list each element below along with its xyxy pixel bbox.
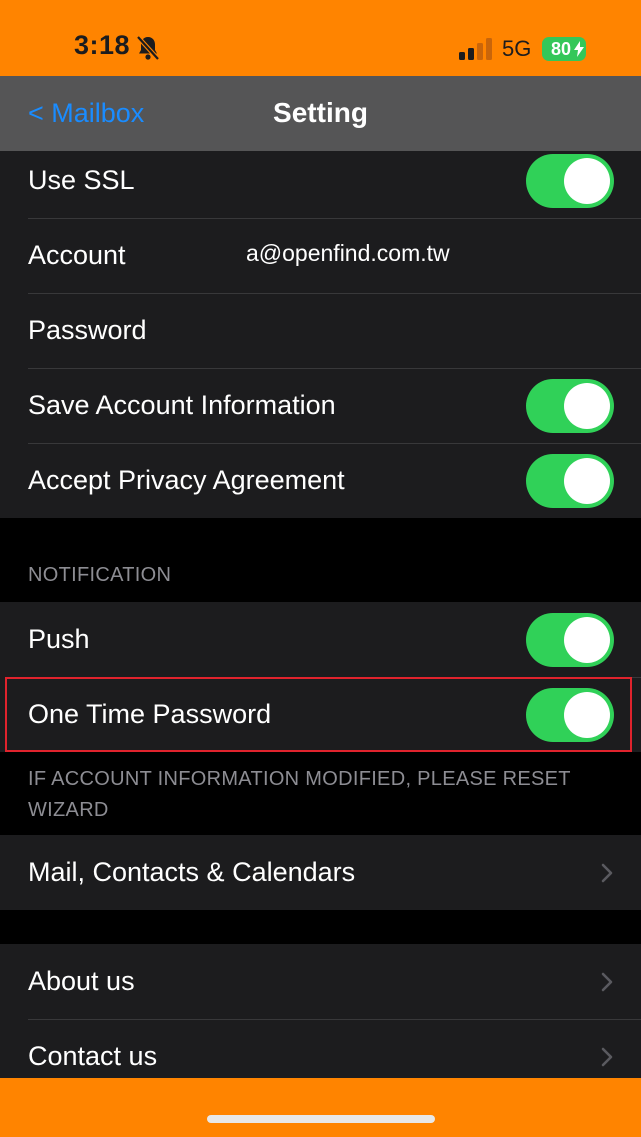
one-time-password-toggle[interactable]	[526, 687, 614, 742]
settings-list[interactable]: Use SSL Account a@openfind.com.tw Passwo…	[0, 151, 641, 1078]
chevron-right-icon	[601, 972, 613, 991]
use-ssl-row: Use SSL	[0, 151, 641, 218]
password-row[interactable]: Password	[0, 293, 641, 368]
toggle-knob	[564, 691, 610, 738]
chevron-right-icon	[601, 1047, 613, 1066]
push-label: Push	[28, 624, 90, 654]
battery-level: 80	[550, 38, 572, 59]
mail-contacts-calendars-label: Mail, Contacts & Calendars	[28, 857, 356, 887]
toggle-knob	[564, 457, 610, 504]
about-settings-group: About us Contact us	[0, 944, 641, 1078]
one-time-password-row: One Time Password	[0, 677, 641, 752]
contact-us-label: Contact us	[28, 1041, 158, 1071]
page-title: Setting	[273, 97, 368, 128]
home-indicator-area	[0, 1078, 641, 1137]
status-time: 3:18	[74, 30, 131, 60]
save-account-label: Save Account Information	[28, 390, 336, 420]
chevron-right-icon	[601, 863, 613, 882]
reset-wizard-notice: IF ACCOUNT INFORMATION MODIFIED, PLEASE …	[28, 768, 571, 821]
cellular-signal-icon	[459, 38, 492, 60]
password-label: Password	[28, 315, 147, 345]
accept-privacy-toggle[interactable]	[526, 453, 614, 508]
use-ssl-toggle[interactable]	[526, 153, 614, 208]
settings-screen: 3:18 5G 80 < Mailbox Setting Use SSL Acc…	[0, 0, 641, 1137]
about-us-label: About us	[28, 966, 135, 996]
toggle-knob	[564, 157, 610, 204]
network-type: 5G	[502, 36, 532, 61]
home-indicator[interactable]	[207, 1115, 435, 1123]
mail-settings-group: Mail, Contacts & Calendars	[0, 835, 641, 910]
contact-us-row[interactable]: Contact us	[0, 1019, 641, 1078]
notification-section-header: NOTIFICATION	[28, 564, 172, 586]
battery-indicator: 80	[542, 37, 586, 61]
use-ssl-label: Use SSL	[28, 165, 135, 195]
push-toggle[interactable]	[526, 612, 614, 667]
account-settings-group: Use SSL Account a@openfind.com.tw Passwo…	[0, 151, 641, 518]
status-bar: 3:18 5G 80	[0, 0, 641, 76]
notification-settings-group: Push One Time Password	[0, 602, 641, 752]
accept-privacy-label: Accept Privacy Agreement	[28, 465, 345, 495]
toggle-knob	[564, 616, 610, 663]
one-time-password-label: One Time Password	[28, 699, 272, 729]
accept-privacy-row: Accept Privacy Agreement	[0, 443, 641, 518]
save-account-row: Save Account Information	[0, 368, 641, 443]
charging-bolt-icon	[574, 41, 584, 57]
navigation-bar: < Mailbox Setting	[0, 76, 641, 151]
toggle-knob	[564, 382, 610, 429]
about-us-row[interactable]: About us	[0, 944, 641, 1019]
bell-muted-icon	[136, 35, 160, 61]
push-row: Push	[0, 602, 641, 677]
save-account-toggle[interactable]	[526, 378, 614, 433]
account-value[interactable]: a@openfind.com.tw	[246, 240, 450, 267]
mail-contacts-calendars-row[interactable]: Mail, Contacts & Calendars	[0, 835, 641, 910]
account-label: Account	[28, 240, 126, 270]
account-row[interactable]: Account a@openfind.com.tw	[0, 218, 641, 293]
